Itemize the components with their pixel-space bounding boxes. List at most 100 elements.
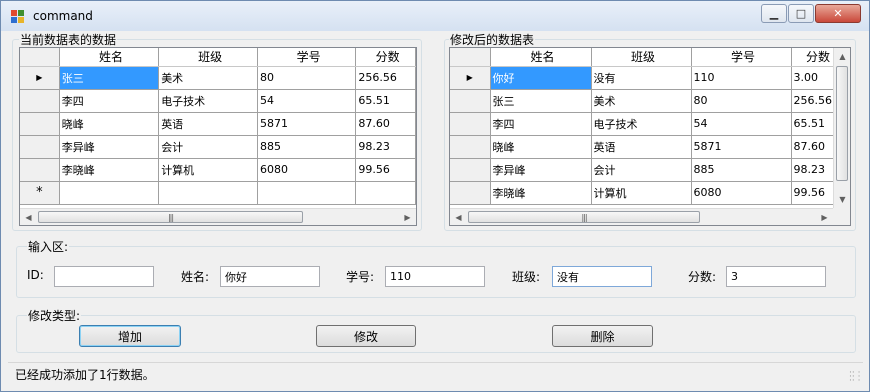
cell[interactable]: 110 xyxy=(691,66,792,90)
cell[interactable] xyxy=(158,181,258,205)
cell[interactable] xyxy=(257,181,357,205)
cell[interactable]: 54 xyxy=(257,89,357,113)
cell[interactable]: 电子技术 xyxy=(158,89,258,113)
scrollbar-thumb[interactable]: ||| xyxy=(38,211,303,223)
scroll-right-icon[interactable]: ▶ xyxy=(816,209,833,225)
close-button[interactable]: ✕ xyxy=(815,4,861,23)
cell[interactable]: 54 xyxy=(691,112,792,136)
cell[interactable]: 李异峰 xyxy=(59,135,160,159)
scroll-left-icon[interactable]: ◀ xyxy=(20,209,37,225)
horizontal-scrollbar[interactable]: ◀ ||| ▶ xyxy=(20,208,416,225)
row-header[interactable] xyxy=(20,135,60,159)
scrollbar-thumb[interactable] xyxy=(836,66,848,181)
new-row[interactable]: * xyxy=(20,181,416,205)
column-header-number[interactable]: 学号 xyxy=(257,48,357,67)
row-header[interactable] xyxy=(450,158,491,182)
delete-button[interactable]: 删除 xyxy=(552,325,653,347)
table-row[interactable]: ▶ 张三 美术 80 256.56 xyxy=(20,66,416,90)
cell[interactable]: 电子技术 xyxy=(591,112,692,136)
cell[interactable]: 英语 xyxy=(158,112,258,136)
score-input[interactable] xyxy=(726,266,826,287)
row-header[interactable] xyxy=(450,135,491,159)
maximize-button[interactable]: □ xyxy=(788,4,814,23)
cell[interactable]: 98.23 xyxy=(355,135,416,159)
horizontal-scrollbar[interactable]: ◀ ||| ▶ xyxy=(450,208,850,225)
column-header-score[interactable]: 分数 xyxy=(355,48,416,67)
table-row[interactable]: 晓峰 英语 5871 87.60 xyxy=(450,135,842,159)
cell[interactable]: 80 xyxy=(691,89,792,113)
id-input[interactable] xyxy=(54,266,154,287)
scroll-down-icon[interactable]: ▼ xyxy=(834,191,850,207)
modified-data-table: 姓名 班级 学号 分数 ▶ 你好 没有 110 3.00 张三 美术 80 25… xyxy=(450,48,842,205)
cell[interactable]: 没有 xyxy=(591,66,692,90)
cell[interactable]: 李四 xyxy=(59,89,160,113)
scroll-left-icon[interactable]: ◀ xyxy=(450,209,467,225)
table-row[interactable]: 李四 电子技术 54 65.51 xyxy=(450,112,842,136)
cell[interactable]: 张三 xyxy=(59,66,160,90)
modified-data-grid[interactable]: 姓名 班级 学号 分数 ▶ 你好 没有 110 3.00 张三 美术 80 25… xyxy=(449,47,851,226)
cell[interactable]: 5871 xyxy=(691,135,792,159)
cell[interactable]: 6080 xyxy=(691,181,792,205)
table-row[interactable]: ▶ 你好 没有 110 3.00 xyxy=(450,66,842,90)
cell[interactable]: 885 xyxy=(257,135,357,159)
modify-button[interactable]: 修改 xyxy=(316,325,416,347)
table-row[interactable]: 李四 电子技术 54 65.51 xyxy=(20,89,416,113)
cell[interactable]: 张三 xyxy=(490,89,592,113)
modify-type-label: 修改类型: xyxy=(27,307,82,324)
cell[interactable] xyxy=(59,181,160,205)
row-header[interactable] xyxy=(450,89,491,113)
table-row[interactable]: 李晓峰 计算机 6080 99.56 xyxy=(20,158,416,182)
name-input[interactable] xyxy=(220,266,320,287)
cell[interactable]: 5871 xyxy=(257,112,357,136)
cell[interactable]: 会计 xyxy=(591,158,692,182)
cell[interactable]: 你好 xyxy=(490,66,592,90)
row-header[interactable] xyxy=(20,158,60,182)
scroll-right-icon[interactable]: ▶ xyxy=(399,209,416,225)
column-header-number[interactable]: 学号 xyxy=(691,48,792,67)
cell[interactable]: 885 xyxy=(691,158,792,182)
column-header-name[interactable]: 姓名 xyxy=(59,48,160,67)
row-header[interactable] xyxy=(20,89,60,113)
cell[interactable]: 会计 xyxy=(158,135,258,159)
cell[interactable]: 李晓峰 xyxy=(59,158,160,182)
row-header[interactable] xyxy=(20,112,60,136)
column-header-class[interactable]: 班级 xyxy=(591,48,692,67)
cell[interactable]: 李晓峰 xyxy=(490,181,592,205)
cell[interactable]: 256.56 xyxy=(355,66,416,90)
cell[interactable]: 英语 xyxy=(591,135,692,159)
row-header[interactable] xyxy=(450,112,491,136)
resize-grip-icon[interactable]: ·· · ·· · ·· · xyxy=(849,369,861,386)
table-row[interactable]: 李异峰 会计 885 98.23 xyxy=(450,158,842,182)
title-bar[interactable]: command ▁ □ ✕ xyxy=(1,1,869,31)
cell[interactable] xyxy=(355,181,416,205)
cell[interactable]: 晓峰 xyxy=(490,135,592,159)
score-label: 分数: xyxy=(688,270,717,284)
cell[interactable]: 99.56 xyxy=(355,158,416,182)
cell[interactable]: 李四 xyxy=(490,112,592,136)
cell[interactable]: 计算机 xyxy=(591,181,692,205)
table-row[interactable]: 李异峰 会计 885 98.23 xyxy=(20,135,416,159)
vertical-scrollbar[interactable]: ▲ ▼ xyxy=(833,48,850,208)
table-row[interactable]: 张三 美术 80 256.56 xyxy=(450,89,842,113)
minimize-button[interactable]: ▁ xyxy=(761,4,787,23)
class-input[interactable] xyxy=(552,266,652,287)
cell[interactable]: 美术 xyxy=(158,66,258,90)
cell[interactable]: 晓峰 xyxy=(59,112,160,136)
scrollbar-thumb[interactable]: ||| xyxy=(468,211,700,223)
column-header-class[interactable]: 班级 xyxy=(158,48,258,67)
cell[interactable]: 65.51 xyxy=(355,89,416,113)
student-number-input[interactable] xyxy=(385,266,485,287)
current-data-grid[interactable]: 姓名 班级 学号 分数 ▶ 张三 美术 80 256.56 李四 电子技术 54… xyxy=(19,47,417,226)
table-row[interactable]: 晓峰 英语 5871 87.60 xyxy=(20,112,416,136)
cell[interactable]: 80 xyxy=(257,66,357,90)
column-header-name[interactable]: 姓名 xyxy=(490,48,592,67)
cell[interactable]: 计算机 xyxy=(158,158,258,182)
cell[interactable]: 6080 xyxy=(257,158,357,182)
scroll-up-icon[interactable]: ▲ xyxy=(834,48,850,64)
row-header[interactable] xyxy=(450,181,491,205)
cell[interactable]: 李异峰 xyxy=(490,158,592,182)
cell[interactable]: 美术 xyxy=(591,89,692,113)
add-button[interactable]: 增加 xyxy=(79,325,181,347)
table-row[interactable]: 李晓峰 计算机 6080 99.56 xyxy=(450,181,842,205)
cell[interactable]: 87.60 xyxy=(355,112,416,136)
